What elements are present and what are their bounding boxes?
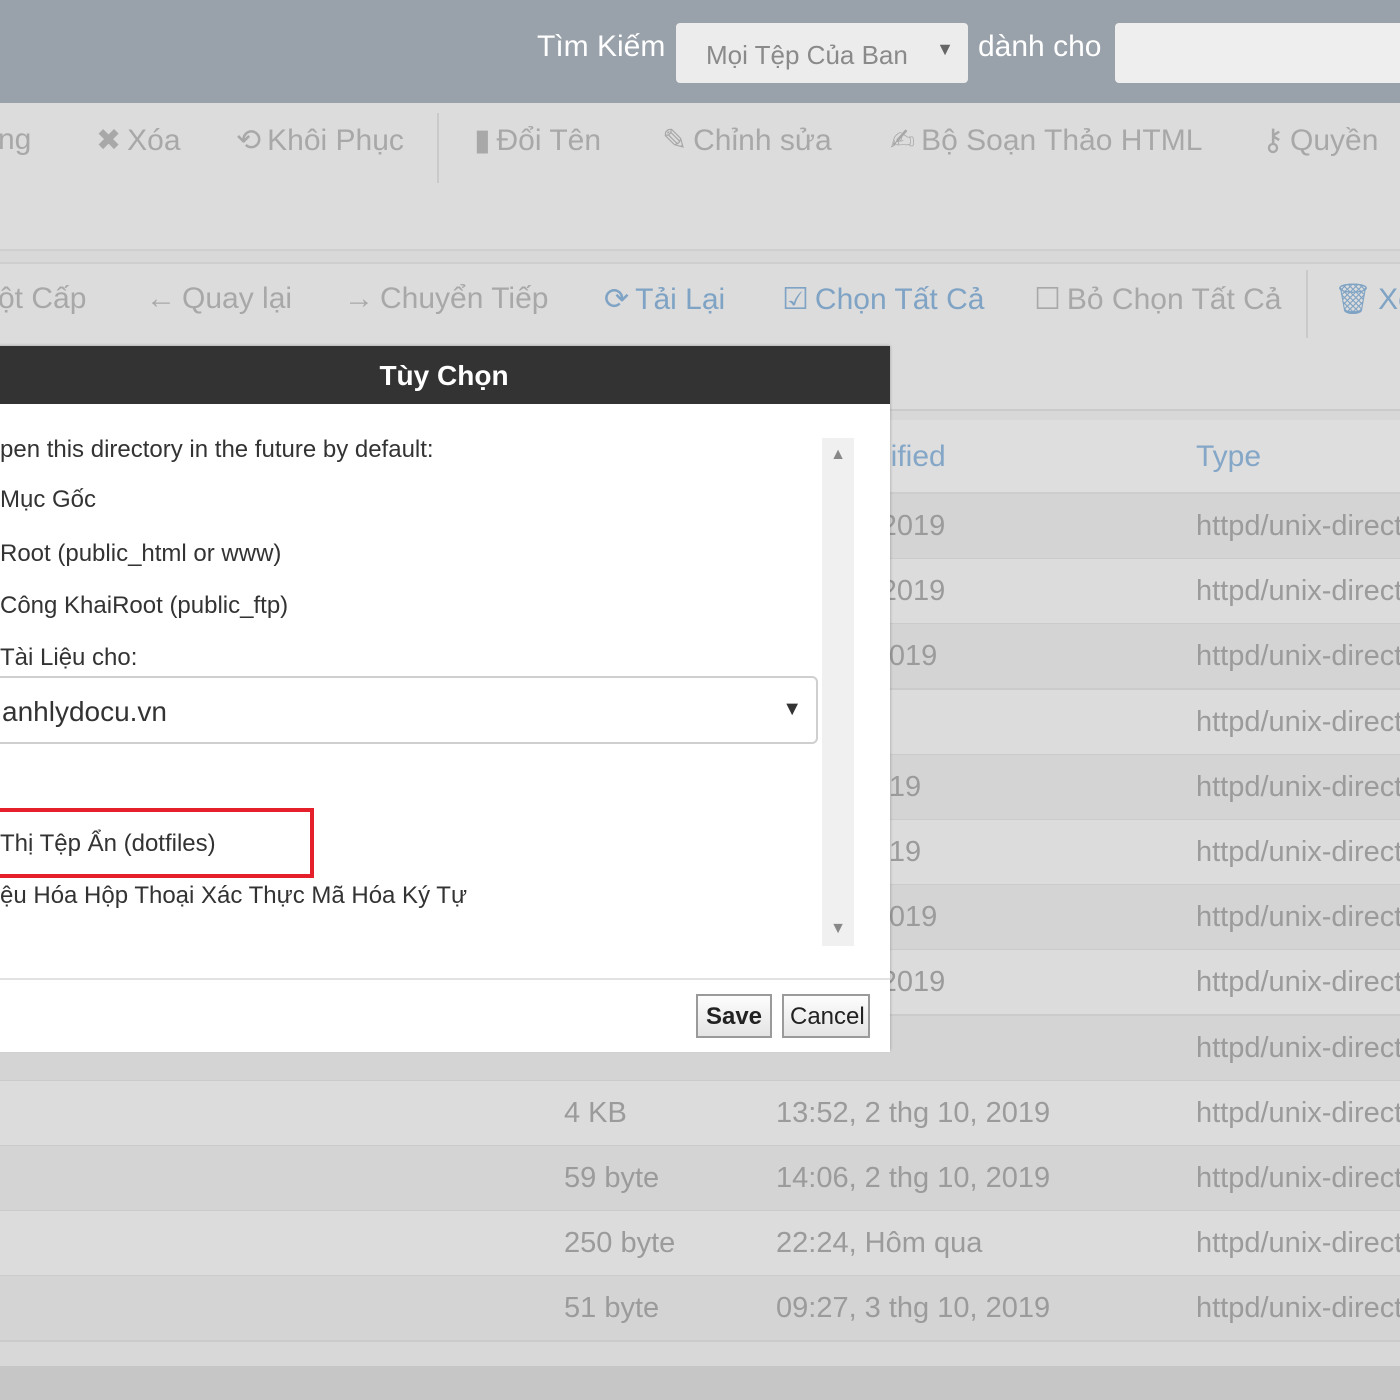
toolbar-select-all-button[interactable]: ☑ Chọn Tất Cả (782, 282, 984, 317)
refresh-icon: ⟳ (604, 283, 630, 316)
cell-type: httpd/unix-direct (1196, 1227, 1400, 1260)
undo-icon: ⟲ (236, 124, 262, 157)
search-bar: Tìm Kiếm Mọi Tệp Của Ban ▼ dành cho (0, 0, 1400, 103)
scroll-down-icon[interactable]: ▼ (822, 920, 854, 938)
checkbox-empty-icon: ☐ (1034, 283, 1061, 316)
toolbar-edit-button[interactable]: ✎ Chỉnh sửa (662, 123, 832, 158)
arrow-right-icon: → (344, 282, 374, 315)
key-icon: ⚷ (1262, 124, 1284, 157)
cell-type: httpd/unix-direct (1196, 705, 1400, 738)
search-scope-select[interactable]: Mọi Tệp Của Ban ▼ (676, 23, 968, 83)
column-header-modified[interactable]: lified (884, 440, 946, 474)
toolbar-html-editor-button[interactable]: ✍ Bộ Soạn Thảo HTML (890, 123, 1202, 158)
cell-size: 4 KB (564, 1096, 627, 1129)
highlight-box (0, 808, 314, 878)
scroll-up-icon[interactable]: ▲ (822, 446, 854, 464)
cell-type: httpd/unix-direct (1196, 836, 1400, 868)
option-document-root-for[interactable]: Tài Liệu cho: (0, 644, 137, 672)
toolbar-reload-button[interactable]: ⟳ Tải Lại (604, 282, 725, 317)
file-actions-toolbar: ng ✖ Xóa ⟲ Khôi Phục ▮ Đổi Tên ✎ Chỉnh sửa ✍… (0, 103, 1400, 251)
cell-type: httpd/unix-direct (1196, 770, 1400, 803)
domain-select[interactable]: anhlydocu.vn ▼ (0, 676, 818, 744)
default-dir-label: pen this directory in the future by defa… (0, 436, 434, 463)
search-label: Tìm Kiếm (537, 30, 666, 63)
arrow-left-icon: ← (146, 282, 176, 315)
cell-modified: 22:24, Hôm qua (776, 1227, 983, 1260)
edit-icon: ✍ (890, 124, 916, 157)
cell-modified: 09:27, 3 thg 10, 2019 (776, 1292, 1051, 1325)
cell-type: httpd/unix-direct (1196, 901, 1400, 934)
pencil-icon: ✎ (662, 124, 688, 157)
table-row[interactable]: 51 byte 09:27, 3 thg 10, 2019 httpd/unix-d… (0, 1276, 1400, 1343)
table-row[interactable]: 59 byte 14:06, 2 thg 10, 2019 httpd/unix-d… (0, 1146, 1400, 1212)
cell-type: httpd/unix-direct (1196, 966, 1400, 999)
checkbox-checked-icon: ☑ (782, 283, 809, 316)
toolbar-restore-button[interactable]: ⟲ Khôi Phục (236, 123, 404, 158)
cell-size: 250 byte (564, 1227, 676, 1260)
dialog-title: Tùy Chọn (0, 346, 890, 404)
cell-type: httpd/unix-direct (1196, 640, 1400, 673)
toolbar-up-level-button[interactable]: ột Cấp (0, 282, 86, 316)
save-button[interactable]: Save (696, 994, 772, 1038)
chevron-down-icon: ▼ (782, 698, 802, 720)
column-header-type[interactable]: Type (1196, 440, 1261, 474)
cell-size: 51 byte (564, 1292, 660, 1325)
toolbar-delete-button[interactable]: ✖ Xóa (96, 123, 181, 158)
option-web-root[interactable]: Root (public_html or www) (0, 540, 281, 568)
toolbar-upload-button[interactable]: ng (0, 123, 31, 157)
search-for-label: dành cho (978, 30, 1102, 63)
option-public-ftp-root[interactable]: Công KhaiRoot (public_ftp) (0, 592, 288, 620)
toolbar-divider (437, 113, 439, 183)
toolbar-permissions-button[interactable]: ⚷ Quyền (1262, 123, 1378, 158)
domain-select-value: anhlydocu.vn (2, 696, 168, 727)
search-scope-value: Mọi Tệp Của Ban (706, 40, 908, 70)
option-home-directory[interactable]: Mục Gốc (0, 486, 96, 514)
trash-icon: 🗑 (1334, 283, 1373, 316)
toolbar-divider (1306, 270, 1308, 338)
cancel-button[interactable]: Cancel (782, 994, 870, 1038)
toolbar-deselect-all-button[interactable]: ☐ Bỏ Chọn Tất Cả (1034, 282, 1281, 317)
cell-size: 59 byte (564, 1162, 660, 1194)
close-icon: ✖ (96, 124, 122, 157)
cell-type: httpd/unix-direct (1196, 1162, 1400, 1194)
dialog-footer: Save Cancel (0, 978, 890, 1052)
cell-type: httpd/unix-direct (1196, 1031, 1400, 1064)
cell-modified: 13:52, 2 thg 10, 2019 (776, 1096, 1051, 1129)
cell-type: httpd/unix-direct (1196, 575, 1400, 608)
toolbar-back-button[interactable]: ← Quay lại (146, 282, 292, 316)
status-bar (0, 1366, 1400, 1400)
toolbar-forward-button[interactable]: → Chuyển Tiếp (344, 282, 548, 316)
file-icon: ▮ (474, 124, 491, 157)
cell-modified: 14:06, 2 thg 10, 2019 (776, 1162, 1051, 1194)
search-input[interactable] (1115, 23, 1400, 83)
disable-charset-dialog-option[interactable]: ệu Hóa Hộp Thoại Xác Thực Mã Hóa Ký Tự (0, 882, 467, 910)
cell-type: httpd/unix-direct (1196, 1292, 1400, 1325)
dialog-scrollbar[interactable]: ▲ ▼ (822, 438, 854, 946)
cell-type: httpd/unix-direct (1196, 1096, 1400, 1129)
toolbar-trash-button[interactable]: 🗑Xe (1334, 282, 1400, 317)
table-row[interactable]: 250 byte 22:24, Hôm qua httpd/unix-direct (0, 1211, 1400, 1278)
chevron-down-icon: ▼ (936, 39, 954, 59)
cell-type: httpd/unix-direct (1196, 510, 1400, 542)
table-row[interactable]: 4 KB 13:52, 2 thg 10, 2019 httpd/unix-dire… (0, 1080, 1400, 1147)
toolbar-rename-button[interactable]: ▮ Đổi Tên (474, 123, 601, 158)
